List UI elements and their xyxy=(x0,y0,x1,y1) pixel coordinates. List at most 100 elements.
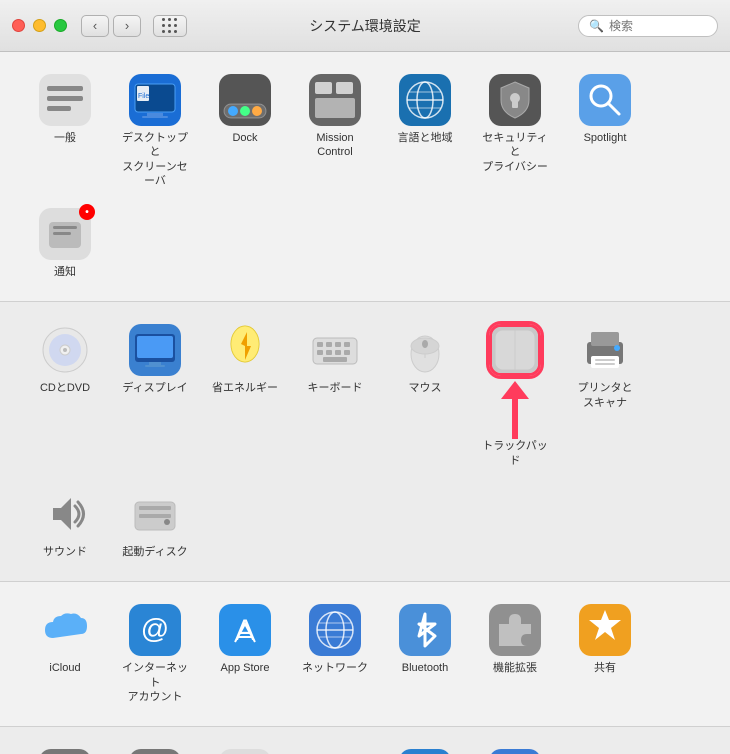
pref-item-extensions[interactable]: 機能拡張 xyxy=(474,598,556,681)
titlebar: ‹ › システム環境設定 🔍 xyxy=(0,0,730,52)
spotlight-icon xyxy=(579,74,631,126)
pref-item-desktop[interactable]: File デスクトップとスクリーンセーバ xyxy=(114,68,196,194)
svg-text:A: A xyxy=(235,614,255,647)
security-icon xyxy=(489,74,541,126)
bluetooth-label: Bluetooth xyxy=(402,661,448,675)
network-icon xyxy=(309,604,361,656)
window-title: システム環境設定 xyxy=(309,16,421,36)
pref-item-language[interactable]: 言語と地域 xyxy=(384,68,466,151)
pref-item-dock[interactable]: Dock xyxy=(204,68,286,151)
language-label: 言語と地域 xyxy=(398,131,453,145)
system-grid: ユーザとグループ ペアレンタルコントロール xyxy=(24,743,706,754)
appstore-label: App Store xyxy=(221,661,270,675)
pref-item-sharing[interactable]: 共有 xyxy=(564,598,646,681)
cd-label: CDとDVD xyxy=(40,381,90,395)
hardware-section: CDとDVD ディスプレイ xyxy=(0,302,730,582)
appstore-icon: A xyxy=(219,604,271,656)
personal-grid: 一般 File デスクトップとスクリーンセーバ xyxy=(24,68,706,285)
general-icon xyxy=(39,74,91,126)
pref-item-datetime[interactable]: 18 日付と時刻 xyxy=(294,743,376,754)
internet-section: iCloud @ インターネットアカウント A xyxy=(0,582,730,727)
spotlight-label: Spotlight xyxy=(584,131,627,145)
pref-item-trackpad[interactable]: トラックパッド xyxy=(474,318,556,474)
pref-item-users[interactable]: ユーザとグループ xyxy=(24,743,106,754)
trackpad-wrapper xyxy=(489,324,541,439)
content-area: 一般 File デスクトップとスクリーンセーバ xyxy=(0,52,730,754)
search-box[interactable]: 🔍 xyxy=(578,15,718,37)
extensions-label: 機能拡張 xyxy=(493,661,537,675)
icloud-icon xyxy=(39,604,91,656)
internet-icon: @ xyxy=(129,604,181,656)
maximize-button[interactable] xyxy=(54,19,67,32)
notification-icon: • xyxy=(39,208,91,260)
pref-item-network[interactable]: ネットワーク xyxy=(294,598,376,681)
pref-item-bluetooth[interactable]: Bluetooth xyxy=(384,598,466,681)
forward-button[interactable]: › xyxy=(113,15,141,37)
pref-item-energy[interactable]: 省エネルギー xyxy=(204,318,286,401)
hardware-grid: CDとDVD ディスプレイ xyxy=(24,318,706,565)
grid-view-button[interactable] xyxy=(153,15,187,37)
grid-icon xyxy=(162,18,178,34)
pref-item-appstore[interactable]: A App Store xyxy=(204,598,286,681)
traffic-lights xyxy=(12,19,67,32)
pref-item-mission[interactable]: MissionControl xyxy=(294,68,376,166)
energy-label: 省エネルギー xyxy=(212,381,278,395)
pref-item-sound[interactable]: サウンド xyxy=(24,482,106,565)
desktop-label: デスクトップとスクリーンセーバ xyxy=(118,131,192,188)
pref-item-timemachine[interactable]: TimeMachine xyxy=(384,743,466,754)
dock-label: Dock xyxy=(232,131,257,145)
pref-item-general[interactable]: 一般 xyxy=(24,68,106,151)
users-icon xyxy=(39,749,91,754)
trackpad-icon xyxy=(489,324,541,376)
sharing-icon xyxy=(579,604,631,656)
search-icon: 🔍 xyxy=(589,19,604,33)
pref-item-keyboard[interactable]: キーボード xyxy=(294,318,376,401)
language-icon xyxy=(399,74,451,126)
pref-item-display[interactable]: ディスプレイ xyxy=(114,318,196,401)
cd-icon xyxy=(39,324,91,376)
pref-item-siri[interactable]: Siri xyxy=(204,743,286,754)
siri-icon xyxy=(219,749,271,754)
pref-item-icloud[interactable]: iCloud xyxy=(24,598,106,681)
dock-icon xyxy=(219,74,271,126)
system-section: ユーザとグループ ペアレンタルコントロール xyxy=(0,727,730,754)
bluetooth-icon xyxy=(399,604,451,656)
internet-label: インターネットアカウント xyxy=(118,661,192,704)
svg-text:File: File xyxy=(138,93,149,100)
mouse-label: マウス xyxy=(409,381,442,395)
search-input[interactable] xyxy=(609,19,707,33)
close-button[interactable] xyxy=(12,19,25,32)
keyboard-icon xyxy=(309,324,361,376)
energy-icon xyxy=(219,324,271,376)
startup-icon xyxy=(129,488,181,540)
personal-section: 一般 File デスクトップとスクリーンセーバ xyxy=(0,52,730,302)
datetime-icon: 18 xyxy=(309,749,361,754)
mission-icon xyxy=(309,74,361,126)
network-label: ネットワーク xyxy=(302,661,368,675)
svg-text:@: @ xyxy=(141,613,169,644)
pref-item-printer[interactable]: プリンタとスキャナ xyxy=(564,318,646,416)
pref-item-accessibility[interactable]: アクセシビリティ xyxy=(474,743,556,754)
pref-item-startup[interactable]: 起動ディスク xyxy=(114,482,196,565)
pref-item-parental[interactable]: ペアレンタルコントロール xyxy=(114,743,196,754)
desktop-icon: File xyxy=(129,74,181,126)
pref-item-spotlight[interactable]: Spotlight xyxy=(564,68,646,151)
sound-label: サウンド xyxy=(43,545,87,559)
display-label: ディスプレイ xyxy=(122,381,187,395)
pref-item-mouse[interactable]: マウス xyxy=(384,318,466,401)
printer-icon xyxy=(579,324,631,376)
nav-buttons: ‹ › xyxy=(81,15,187,37)
back-button[interactable]: ‹ xyxy=(81,15,109,37)
keyboard-label: キーボード xyxy=(308,381,363,395)
pref-item-internet[interactable]: @ インターネットアカウント xyxy=(114,598,196,710)
pref-item-security[interactable]: セキュリティとプライバシー xyxy=(474,68,556,180)
pref-item-notification[interactable]: • 通知 xyxy=(24,202,106,285)
minimize-button[interactable] xyxy=(33,19,46,32)
trackpad-label: トラックパッド xyxy=(478,439,552,468)
general-label: 一般 xyxy=(54,131,76,145)
pref-item-cd[interactable]: CDとDVD xyxy=(24,318,106,401)
parental-icon xyxy=(129,749,181,754)
annotation-arrow xyxy=(501,381,529,439)
printer-label: プリンタとスキャナ xyxy=(578,381,633,410)
timemachine-icon xyxy=(399,749,451,754)
